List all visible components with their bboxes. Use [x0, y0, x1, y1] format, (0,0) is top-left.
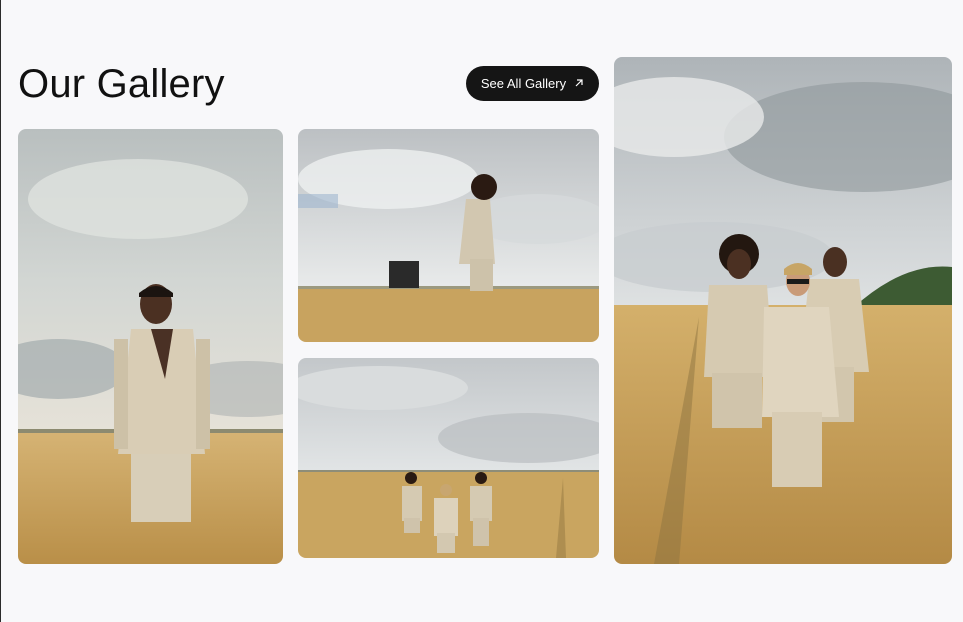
page-title: Our Gallery	[18, 62, 225, 106]
arrow-up-right-icon	[574, 76, 584, 91]
gallery-photo-man-in-field[interactable]	[18, 129, 283, 564]
gallery-photo-trio-closeup[interactable]	[614, 57, 952, 564]
gallery-photo-trio-distant[interactable]	[298, 358, 599, 558]
gallery-section: Our Gallery See All Gallery	[0, 0, 963, 622]
gallery-photo-man-with-monolith[interactable]	[298, 129, 599, 342]
see-all-gallery-button[interactable]: See All Gallery	[466, 66, 599, 101]
see-all-gallery-label: See All Gallery	[480, 76, 567, 91]
